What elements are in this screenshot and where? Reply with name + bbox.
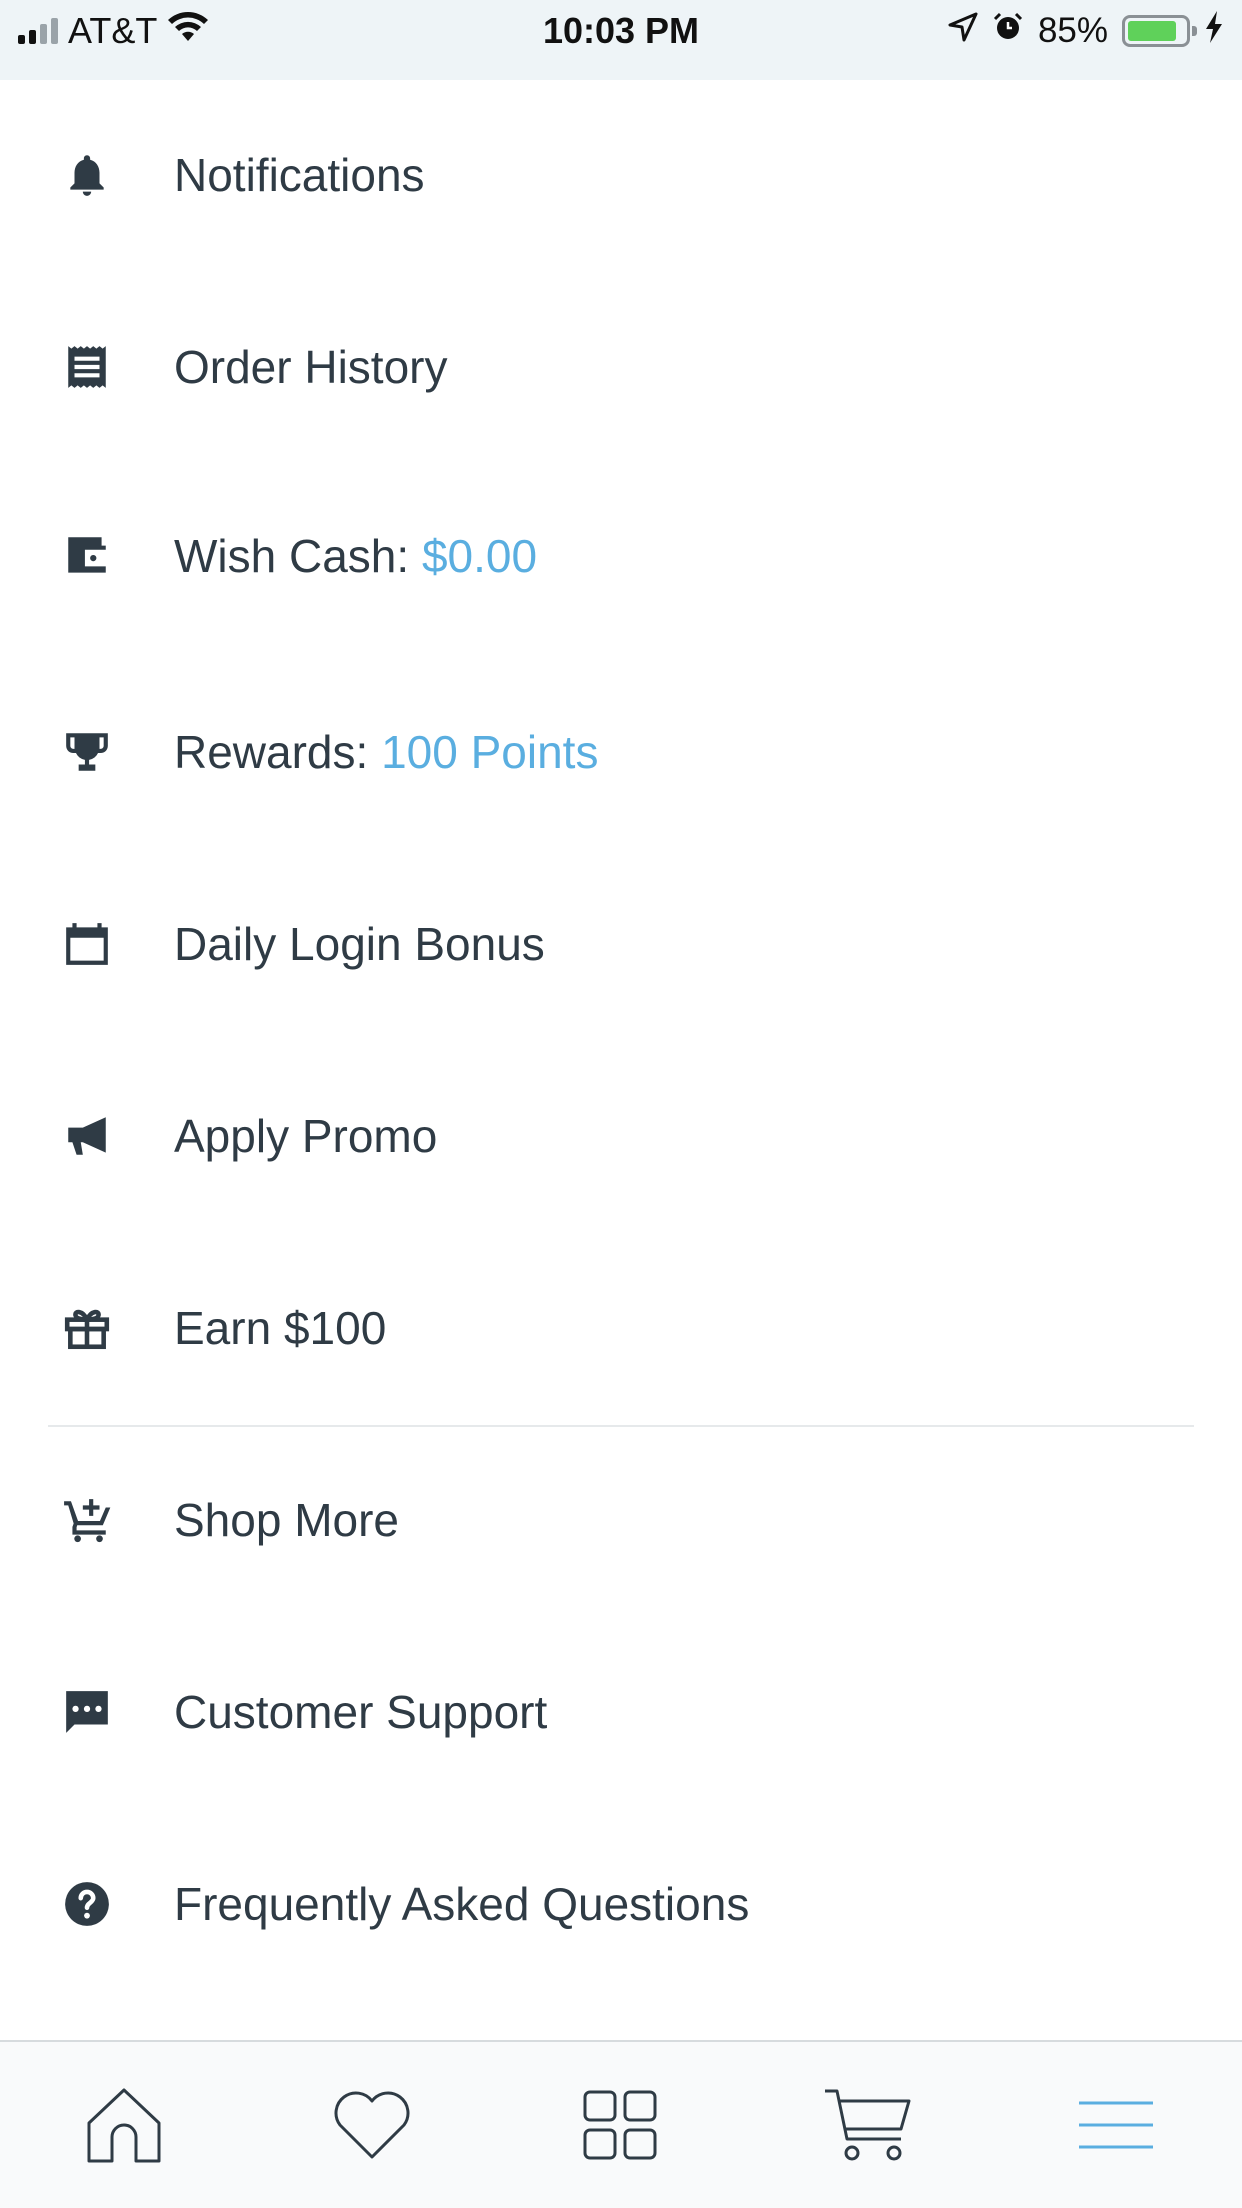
menu-item-label: Customer Support xyxy=(174,1686,548,1738)
menu-item-earn-100[interactable]: Earn $100 xyxy=(0,1253,1242,1403)
menu-item-daily-login-bonus[interactable]: Daily Login Bonus xyxy=(0,869,1242,1019)
menu-icon xyxy=(1079,2101,1153,2149)
menu-item-label: Wish Cash: $0.00 xyxy=(174,529,537,583)
menu-divider xyxy=(48,1425,1194,1427)
status-bar: AT&T 10:03 PM 85% xyxy=(0,0,1242,80)
tab-wishlist[interactable] xyxy=(248,2042,496,2208)
menu-item-faq[interactable]: Frequently Asked Questions xyxy=(0,1829,1242,1979)
chat-icon xyxy=(62,1687,112,1737)
bell-icon xyxy=(62,150,112,200)
tab-cart[interactable] xyxy=(744,2042,992,2208)
rewards-label: Rewards: xyxy=(174,726,382,778)
menu-item-label: Order History xyxy=(174,341,448,393)
wish-cash-value: $0.00 xyxy=(421,530,538,582)
battery-icon xyxy=(1122,15,1197,47)
menu-item-shop-more[interactable]: Shop More xyxy=(0,1445,1242,1595)
menu-item-label: Shop More xyxy=(174,1494,400,1546)
bottom-tab-bar xyxy=(0,2040,1242,2208)
menu-item-label: Earn $100 xyxy=(174,1302,387,1354)
alarm-icon xyxy=(992,11,1024,52)
cart-plus-icon xyxy=(62,1495,112,1545)
menu-item-wish-cash[interactable]: Wish Cash: $0.00 xyxy=(0,481,1242,631)
wish-cash-label: Wish Cash: xyxy=(174,530,422,582)
rewards-points: 100 Points xyxy=(381,726,599,778)
receipt-icon xyxy=(62,342,112,392)
location-icon xyxy=(948,11,978,51)
menu-item-label: Daily Login Bonus xyxy=(174,918,545,970)
charging-icon xyxy=(1204,10,1224,53)
trophy-icon xyxy=(62,727,112,777)
menu-item-label: Notifications xyxy=(174,149,425,201)
wallet-icon xyxy=(62,531,112,581)
megaphone-icon xyxy=(62,1111,112,1161)
menu-item-apply-promo[interactable]: Apply Promo xyxy=(0,1061,1242,1211)
menu-item-order-history[interactable]: Order History xyxy=(0,292,1242,442)
battery-percent: 85% xyxy=(1037,11,1108,50)
question-icon xyxy=(62,1879,112,1929)
menu-item-customer-support[interactable]: Customer Support xyxy=(0,1637,1242,1787)
menu-item-notifications[interactable]: Notifications xyxy=(0,100,1242,250)
gift-icon xyxy=(62,1303,112,1353)
status-right: 85% xyxy=(948,0,1224,62)
menu-item-label: Frequently Asked Questions xyxy=(174,1878,750,1930)
home-icon xyxy=(87,2088,161,2163)
tab-menu[interactable] xyxy=(992,2042,1240,2208)
heart-icon xyxy=(334,2091,410,2159)
menu-item-rewards[interactable]: Rewards: 100 Points xyxy=(0,677,1242,827)
grid-icon xyxy=(583,2090,657,2160)
tab-categories[interactable] xyxy=(496,2042,744,2208)
menu-item-label: Apply Promo xyxy=(174,1110,438,1162)
menu-item-label: Rewards: 100 Points xyxy=(174,725,598,779)
cart-icon xyxy=(825,2089,911,2161)
tab-home[interactable] xyxy=(0,2042,248,2208)
calendar-icon xyxy=(62,919,112,969)
